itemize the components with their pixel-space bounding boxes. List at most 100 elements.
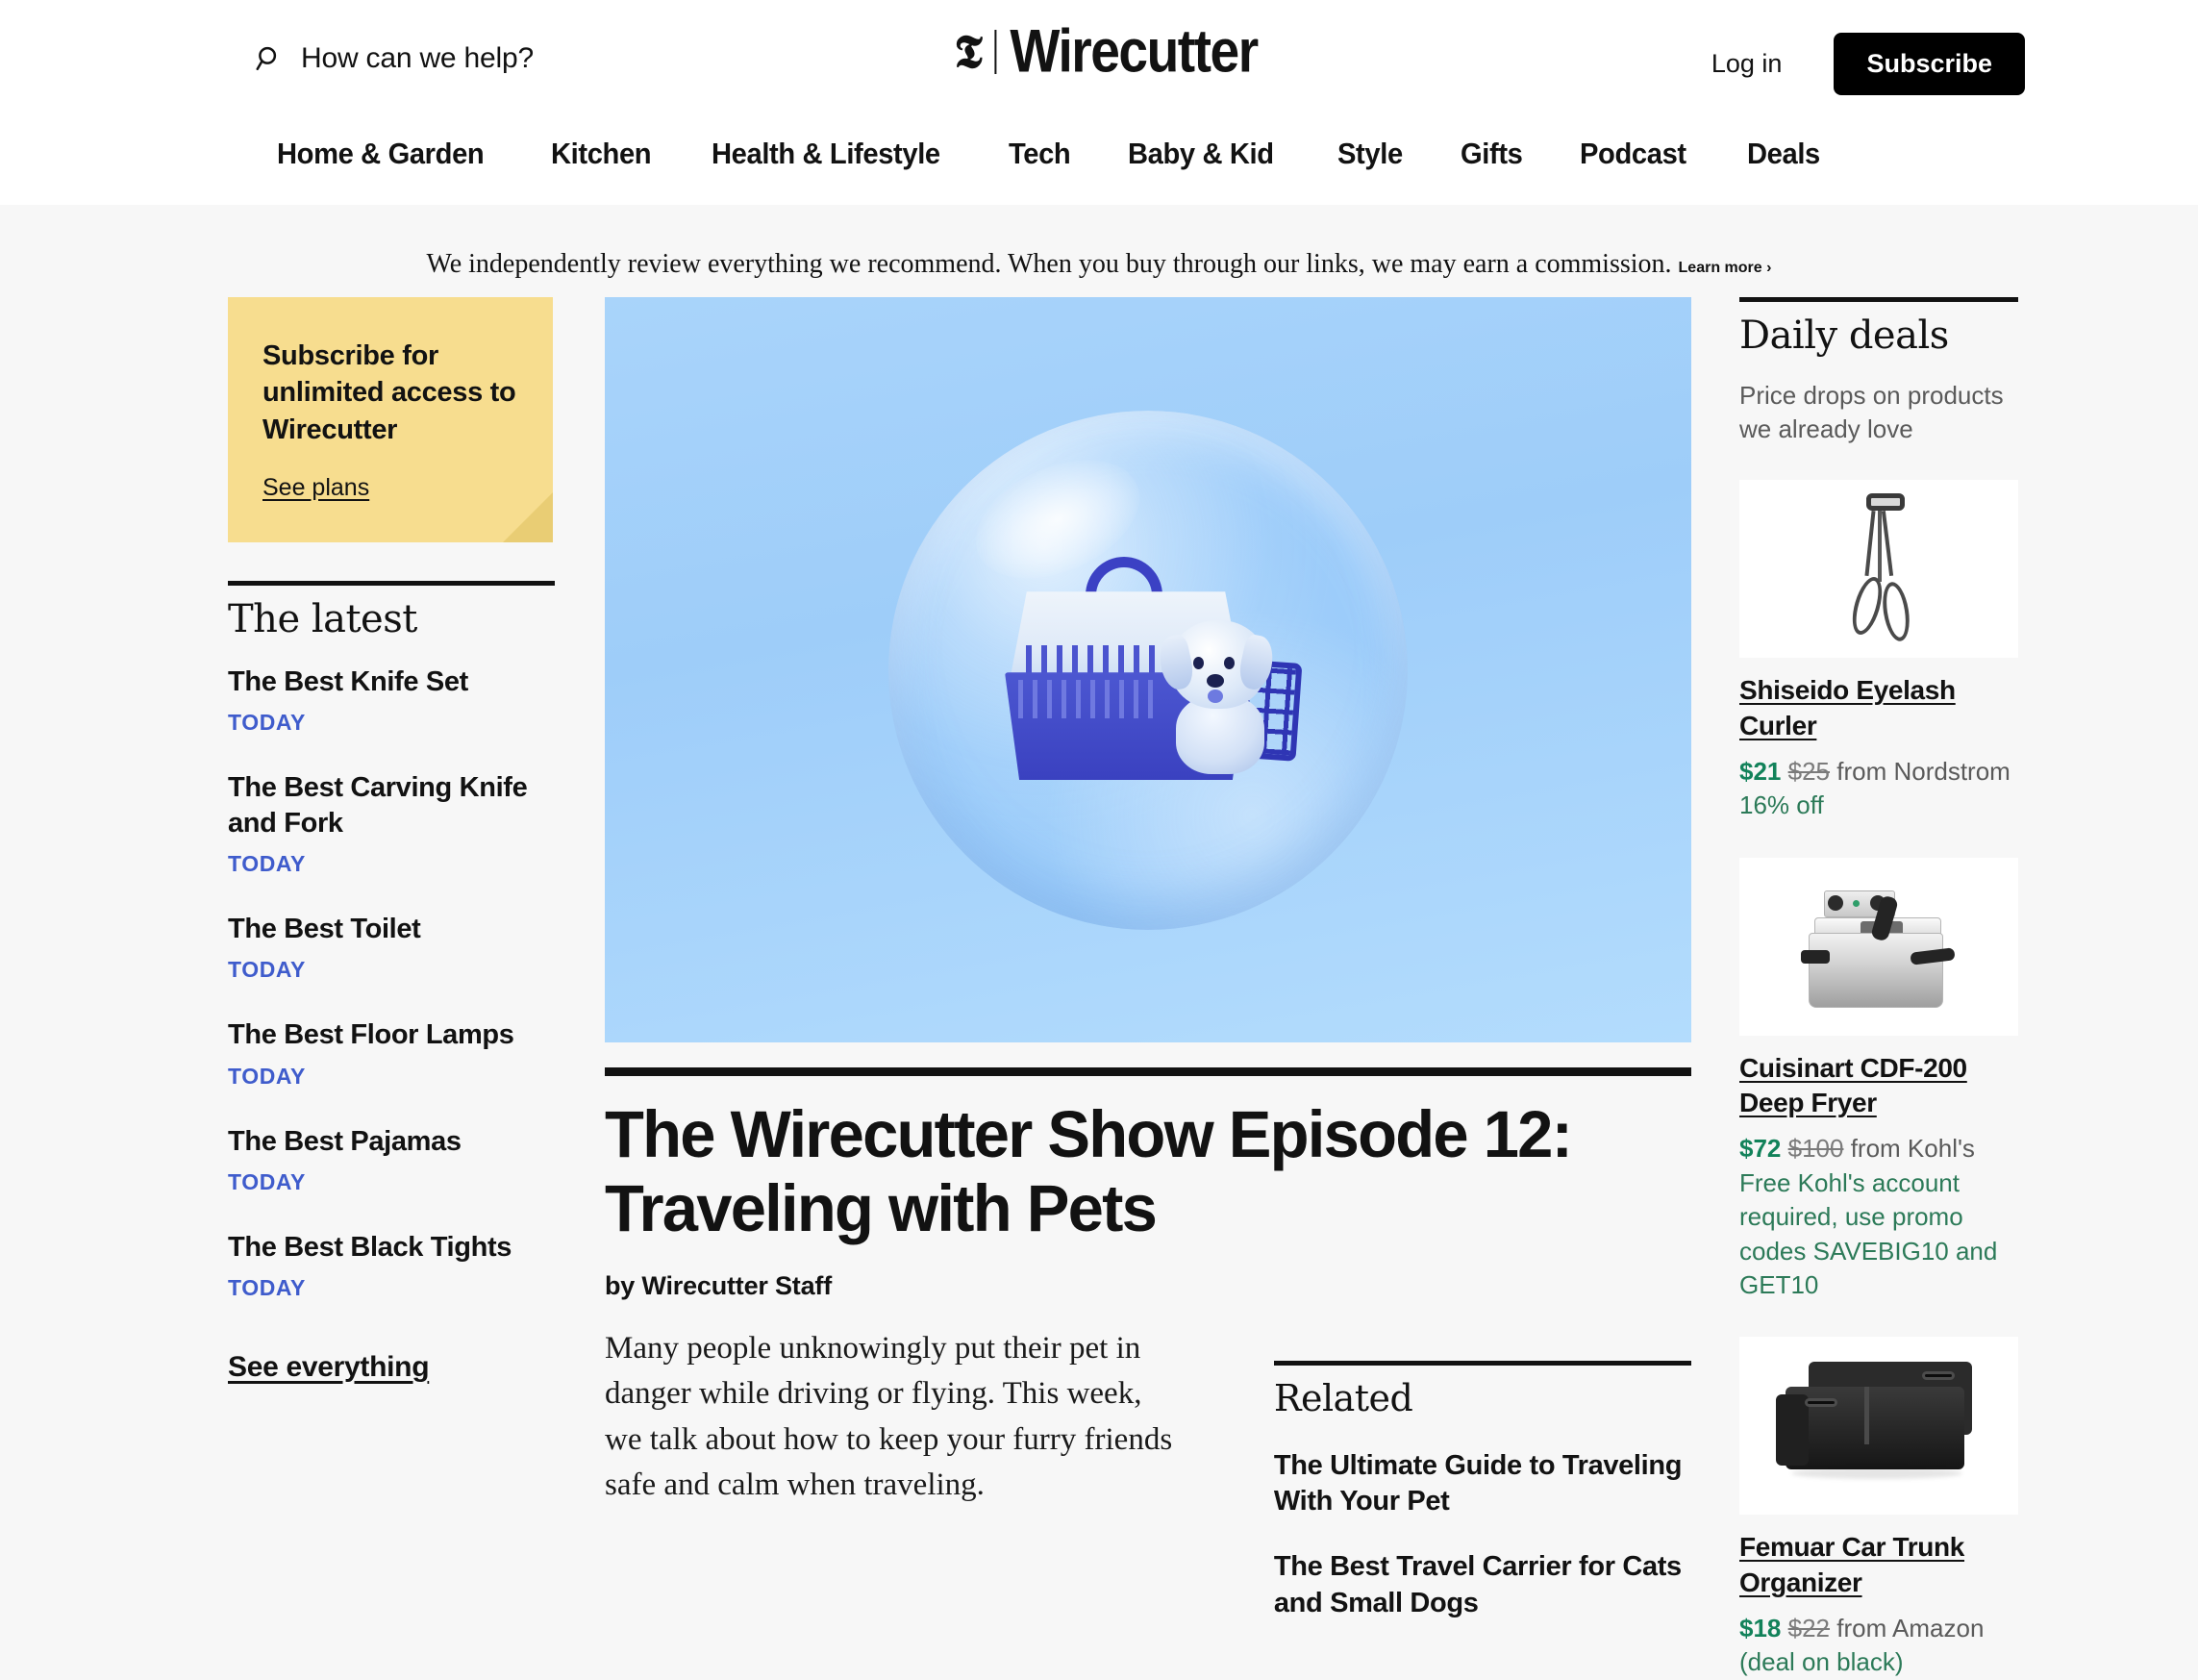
carrier-handle xyxy=(1086,557,1162,596)
dog-eye-right xyxy=(1224,657,1235,670)
main-grid: Subscribe for unlimited access to Wirecu… xyxy=(0,297,2198,1680)
dog-graphic xyxy=(1155,620,1278,775)
curler-pad-ring xyxy=(1866,493,1905,512)
nav-item-deals[interactable]: Deals xyxy=(1747,137,1820,171)
folded-corner-decoration xyxy=(503,492,553,542)
fryer-indicator-light xyxy=(1853,899,1860,907)
list-item[interactable]: The Best Floor Lamps TODAY xyxy=(228,1017,555,1089)
trunk-organizer-illustration xyxy=(1776,1362,1982,1487)
dog-nose xyxy=(1207,674,1224,689)
hero-image xyxy=(605,297,1691,1042)
curler-arm xyxy=(1881,511,1894,577)
list-item[interactable]: The Best Pajamas TODAY xyxy=(228,1124,555,1195)
the-latest-title: The latest xyxy=(228,597,417,641)
deal-retailer: from Kohl's xyxy=(1850,1134,1975,1164)
subscribe-promo-card[interactable]: Subscribe for unlimited access to Wirecu… xyxy=(228,297,553,542)
deal-price-was: $25 xyxy=(1787,756,1831,786)
article-body-row: Many people unknowingly put their pet in… xyxy=(605,1326,1691,1622)
related-section: Related The Ultimate Guide to Traveling … xyxy=(1273,1360,1691,1622)
deal-retailer: from Nordstrom xyxy=(1836,756,2011,786)
curler-finger-loop xyxy=(1879,580,1913,643)
deal-card[interactable]: Cuisinart CDF-200 Deep Fryer $72 $100 fr… xyxy=(1739,857,2018,1303)
related-title: Related xyxy=(1273,1376,1413,1419)
latest-item-date: TODAY xyxy=(228,1274,306,1300)
curler-finger-loop xyxy=(1846,573,1888,639)
deal-price-now: $21 xyxy=(1739,756,1782,786)
deal-note: Free Kohl's account required, use promo … xyxy=(1739,1167,1998,1299)
search-placeholder-label: How can we help? xyxy=(301,42,534,74)
organizer-divider xyxy=(1864,1387,1869,1445)
latest-item-title[interactable]: The Best Toilet xyxy=(228,912,555,947)
subscribe-button[interactable]: Subscribe xyxy=(1834,33,2025,95)
the-latest-list: The Best Knife Set TODAY The Best Carvin… xyxy=(228,664,555,1301)
nav-item-health-lifestyle[interactable]: Health & Lifestyle xyxy=(712,137,940,171)
headline-rule xyxy=(605,1067,1691,1076)
organizer-side-pocket xyxy=(1776,1394,1809,1467)
nav-item-home-garden[interactable]: Home & Garden xyxy=(277,137,485,171)
nyt-t-icon: 𝕿 xyxy=(954,25,983,79)
left-sidebar: Subscribe for unlimited access to Wirecu… xyxy=(228,297,555,1680)
nav-item-podcast[interactable]: Podcast xyxy=(1580,137,1686,171)
learn-more-link[interactable]: Learn more › xyxy=(1679,260,1772,276)
deal-title-link[interactable]: Shiseido Eyelash Curler xyxy=(1739,673,2018,743)
dog-tongue xyxy=(1208,690,1223,704)
article-dek: Many people unknowingly put their pet in… xyxy=(605,1330,1173,1503)
article-column: The Wirecutter Show Episode 12: Travelin… xyxy=(605,297,1691,1680)
deal-price-now: $18 xyxy=(1739,1614,1782,1643)
deal-title-link[interactable]: Cuisinart CDF-200 Deep Fryer xyxy=(1739,1051,2018,1121)
fryer-body xyxy=(1809,932,1943,1008)
latest-item-title[interactable]: The Best Pajamas xyxy=(228,1124,555,1160)
disclaimer-text: We independently review everything we re… xyxy=(426,249,1679,279)
login-link[interactable]: Log in xyxy=(1711,49,1783,79)
eyelash-curler-illustration xyxy=(1846,493,1916,647)
dog-eye-left xyxy=(1193,657,1204,670)
latest-item-date: TODAY xyxy=(228,851,306,877)
nav-item-baby-kid[interactable]: Baby & Kid xyxy=(1128,137,1274,171)
wirecutter-logo[interactable]: 𝕿 Wirecutter xyxy=(954,21,1259,82)
search-input[interactable]: How can we help? xyxy=(255,42,534,75)
latest-item-title[interactable]: The Best Carving Knife and Fork xyxy=(228,770,555,841)
promo-title: Subscribe for unlimited access to Wirecu… xyxy=(262,340,516,445)
list-item[interactable]: The Best Knife Set TODAY xyxy=(228,664,555,736)
deal-price-line: $18 $22 from Amazon xyxy=(1739,1612,2018,1645)
car-trunk-organizer-photo xyxy=(1739,1337,2018,1516)
deal-title-link[interactable]: Femuar Car Trunk Organizer xyxy=(1739,1530,2018,1600)
latest-item-title[interactable]: The Best Floor Lamps xyxy=(228,1017,555,1053)
deal-card[interactable]: Femuar Car Trunk Organizer $18 $22 from … xyxy=(1739,1337,2018,1680)
pet-carrier-graphic xyxy=(989,557,1307,797)
latest-item-date: TODAY xyxy=(228,1168,306,1194)
deal-price-was: $100 xyxy=(1787,1134,1844,1164)
primary-nav: Home & Garden Kitchen Health & Lifestyle… xyxy=(0,125,2198,171)
list-item[interactable]: The Best Carving Knife and Fork TODAY xyxy=(228,770,555,877)
list-item[interactable]: The Best Toilet TODAY xyxy=(228,912,555,983)
nav-item-tech[interactable]: Tech xyxy=(1009,137,1071,171)
see-everything-link[interactable]: See everything xyxy=(228,1351,430,1384)
deal-price-line: $21 $25 from Nordstrom xyxy=(1739,755,2018,789)
nav-item-style[interactable]: Style xyxy=(1337,137,1403,171)
deal-price-now: $72 xyxy=(1739,1134,1782,1164)
latest-item-date: TODAY xyxy=(228,1063,306,1089)
daily-deals-subtitle: Price drops on products we already love xyxy=(1739,381,2004,443)
organizer-shadow xyxy=(1791,1467,1962,1480)
latest-item-date: TODAY xyxy=(228,710,306,736)
daily-deals-sidebar: Daily deals Price drops on products we a… xyxy=(1739,297,2018,1680)
curler-arm xyxy=(1878,511,1882,583)
related-link[interactable]: The Ultimate Guide to Traveling With You… xyxy=(1274,1448,1691,1520)
eyelash-curler-photo xyxy=(1739,480,2018,659)
nav-item-kitchen[interactable]: Kitchen xyxy=(551,137,652,171)
see-plans-link[interactable]: See plans xyxy=(262,474,369,502)
deal-note: 16% off xyxy=(1739,790,1824,820)
latest-item-title[interactable]: The Best Knife Set xyxy=(228,664,555,700)
list-item[interactable]: The Best Black Tights TODAY xyxy=(228,1230,555,1301)
daily-deals-header: Daily deals Price drops on products we a… xyxy=(1739,297,2018,445)
organizer-handle-cutout xyxy=(1805,1398,1837,1408)
nav-item-gifts[interactable]: Gifts xyxy=(1461,137,1523,171)
search-icon xyxy=(255,44,284,73)
deal-card[interactable]: Shiseido Eyelash Curler $21 $25 from Nor… xyxy=(1739,480,2018,823)
page-root: How can we help? 𝕿 Wirecutter Log in Sub… xyxy=(0,0,2198,1676)
deal-price-line: $72 $100 from Kohl's xyxy=(1739,1132,2018,1166)
latest-item-title[interactable]: The Best Black Tights xyxy=(228,1230,555,1266)
related-link[interactable]: The Best Travel Carrier for Cats and Sma… xyxy=(1274,1549,1691,1621)
deal-retailer: from Amazon xyxy=(1836,1614,1985,1643)
deep-fryer-photo xyxy=(1739,857,2018,1036)
